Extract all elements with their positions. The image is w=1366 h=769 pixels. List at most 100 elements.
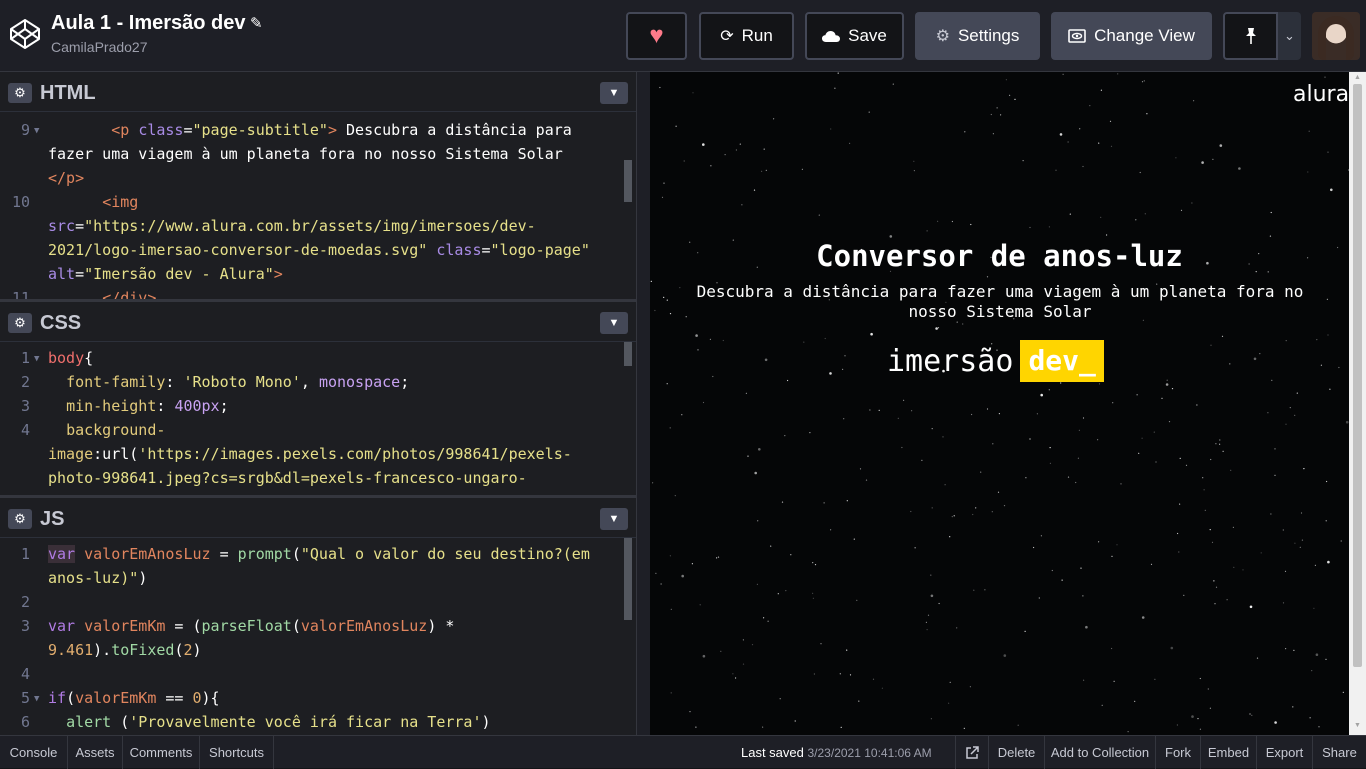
- embed-button[interactable]: Embed: [1200, 736, 1256, 769]
- star: [1146, 113, 1148, 115]
- html-collapse-chevron-icon[interactable]: ▼: [600, 82, 628, 104]
- love-button[interactable]: ♥: [626, 12, 687, 60]
- pencil-icon[interactable]: ✎: [250, 14, 263, 32]
- code-line: image:url('https://images.pexels.com/pho…: [48, 445, 572, 463]
- star: [695, 334, 698, 337]
- star: [948, 702, 950, 704]
- star: [1141, 437, 1143, 439]
- star: [732, 673, 734, 675]
- star: [794, 720, 796, 722]
- star: [1340, 540, 1342, 542]
- star: [1111, 647, 1113, 650]
- star: [931, 507, 933, 509]
- js-code-area[interactable]: 1 2 3 4 5 ▼ 6 var valorEmAnosLuz = promp…: [0, 538, 636, 735]
- star: [1170, 646, 1174, 650]
- star: [823, 502, 825, 504]
- star: [951, 220, 953, 223]
- star: [1215, 586, 1218, 588]
- pin-button[interactable]: [1223, 12, 1278, 60]
- star: [992, 443, 994, 445]
- star: [1256, 657, 1259, 659]
- star: [926, 230, 928, 232]
- star: [679, 287, 681, 289]
- external-link-icon: [966, 745, 979, 759]
- star: [1079, 128, 1081, 130]
- open-new-window-button[interactable]: [955, 736, 988, 769]
- star: [1098, 142, 1100, 144]
- star: [660, 583, 662, 585]
- star: [1049, 447, 1051, 449]
- star: [1210, 458, 1212, 461]
- alura-logo: alura: [1293, 82, 1349, 107]
- settings-button[interactable]: ⚙ Settings: [915, 12, 1040, 60]
- preview-scrollbar[interactable]: ▲ ▼: [1349, 72, 1366, 735]
- star: [853, 538, 855, 540]
- export-button[interactable]: Export: [1256, 736, 1312, 769]
- css-collapse-chevron-icon[interactable]: ▼: [600, 312, 628, 334]
- star: [674, 495, 676, 497]
- star: [942, 436, 944, 438]
- preview-frame[interactable]: alura Conversor de anos-luz Descubra a d…: [650, 72, 1349, 735]
- star: [914, 547, 916, 549]
- pen-title[interactable]: Aula 1 - Imersão dev: [51, 12, 246, 35]
- code-line: var valorEmAnosLuz = prompt("Qual o valo…: [48, 545, 590, 563]
- logo-word: imersão: [887, 343, 1014, 379]
- assets-button[interactable]: Assets: [68, 736, 123, 769]
- change-view-button[interactable]: Change View: [1051, 12, 1212, 60]
- save-button[interactable]: Save: [805, 12, 904, 60]
- star: [1111, 555, 1113, 557]
- share-button[interactable]: Share: [1312, 736, 1366, 769]
- fold-arrow-icon[interactable]: ▼: [34, 687, 39, 711]
- pin-menu-button[interactable]: ⌄: [1278, 12, 1301, 60]
- header: Aula 1 - Imersão dev ✎ CamilaPrado27 ♥ ⟳…: [0, 0, 1366, 72]
- run-button[interactable]: ⟳ Run: [699, 12, 794, 60]
- css-code-area[interactable]: 1 ▼ 2 3 4 body{ font-family: 'Roboto Mon…: [0, 342, 636, 495]
- code-line: if(valorEmKm == 0){: [48, 689, 220, 707]
- star: [716, 557, 718, 559]
- star: [1282, 529, 1284, 531]
- avatar[interactable]: [1312, 12, 1360, 60]
- fork-button[interactable]: Fork: [1155, 736, 1200, 769]
- delete-button[interactable]: Delete: [988, 736, 1044, 769]
- star: [741, 204, 743, 206]
- star: [777, 593, 779, 595]
- code-line: <p class="page-subtitle"> Descubra a dis…: [111, 121, 572, 139]
- star: [1284, 570, 1287, 572]
- codepen-logo-icon[interactable]: [8, 17, 42, 51]
- css-scrollbar[interactable]: [624, 342, 632, 366]
- comments-button[interactable]: Comments: [123, 736, 200, 769]
- username-link[interactable]: CamilaPrado27: [51, 39, 148, 55]
- star: [991, 511, 993, 513]
- star: [930, 718, 932, 720]
- star: [735, 149, 737, 151]
- star: [1303, 468, 1305, 470]
- star: [1311, 670, 1313, 672]
- star: [1219, 443, 1221, 445]
- js-collapse-chevron-icon[interactable]: ▼: [600, 508, 628, 530]
- css-settings-gear-icon[interactable]: ⚙: [8, 313, 32, 333]
- html-code-area[interactable]: 9 ▼ 10 11 <p class="page-subtitle"> Desc…: [0, 112, 636, 299]
- add-to-collection-button[interactable]: Add to Collection: [1044, 736, 1155, 769]
- star: [702, 143, 705, 146]
- star: [1296, 392, 1298, 394]
- scroll-down-arrow-icon[interactable]: ▼: [1354, 722, 1361, 729]
- preview-scroll-thumb[interactable]: [1353, 84, 1362, 667]
- js-settings-gear-icon[interactable]: ⚙: [8, 509, 32, 529]
- scroll-up-arrow-icon[interactable]: ▲: [1354, 74, 1361, 81]
- html-scrollbar[interactable]: [624, 160, 632, 202]
- fold-arrow-icon[interactable]: ▼: [34, 347, 39, 371]
- editor-preview-resizer[interactable]: [636, 72, 650, 735]
- star: [1338, 366, 1340, 369]
- shortcuts-button[interactable]: Shortcuts: [200, 736, 274, 769]
- star: [1141, 81, 1144, 83]
- html-settings-gear-icon[interactable]: ⚙: [8, 83, 32, 103]
- console-button[interactable]: Console: [0, 736, 68, 769]
- star: [773, 118, 775, 120]
- star: [809, 432, 811, 434]
- fold-arrow-icon[interactable]: ▼: [34, 119, 39, 143]
- star: [784, 435, 786, 437]
- js-scrollbar[interactable]: [624, 538, 632, 620]
- star: [903, 399, 905, 401]
- star: [830, 128, 832, 130]
- star: [1191, 715, 1194, 718]
